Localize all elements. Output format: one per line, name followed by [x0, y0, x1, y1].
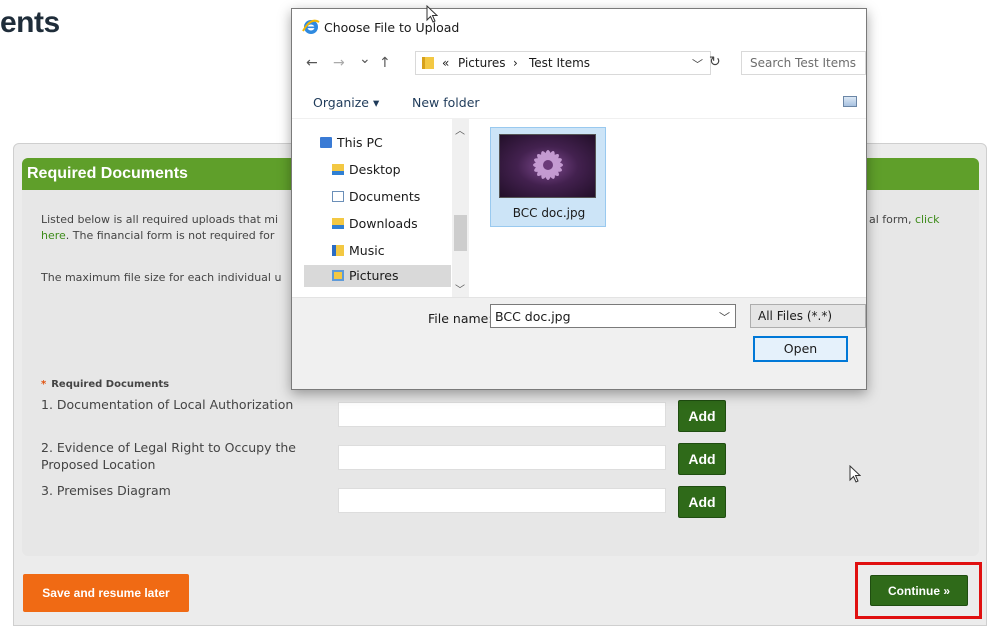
dialog-bottom-area: File name: BCC doc.jpg ﹀ All Files (*.*)… [292, 297, 866, 389]
scroll-down-icon[interactable]: ﹀ [455, 281, 465, 296]
click-here-link-part2[interactable]: here [41, 229, 66, 242]
file-thumbnail [499, 134, 596, 198]
scroll-thumb[interactable] [454, 215, 467, 251]
intro-text-line1-end: al form, click [869, 212, 940, 228]
documents-folder-icon [332, 191, 344, 202]
pc-icon [320, 137, 332, 148]
intro-text-end: al form, [869, 213, 912, 226]
document-label-1: 1. Documentation of Local Authorization [41, 397, 294, 412]
file-name-input[interactable]: BCC doc.jpg ﹀ [490, 304, 736, 328]
choose-file-dialog: Choose File to Upload ← → ⌄ ↑ « Pictures… [291, 4, 867, 390]
file-type-filter-select[interactable]: All Files (*.*) [750, 304, 866, 328]
address-overflow[interactable]: « [442, 56, 449, 70]
dialog-title: Choose File to Upload [324, 20, 460, 35]
document-label-3: 3. Premises Diagram [41, 483, 171, 498]
address-segment-test-items[interactable]: Test Items [529, 56, 590, 70]
intro-text-start: Listed below is all required uploads tha… [41, 213, 279, 226]
mouse-cursor-icon-top [426, 4, 439, 27]
music-folder-icon [332, 245, 344, 256]
search-placeholder: Search Test Items [750, 56, 857, 70]
max-file-size-text: The maximum file size for each individua… [41, 271, 282, 284]
navigation-row: ← → ⌄ ↑ « Pictures › Test Items ﹀ ↻ Sear… [292, 49, 866, 79]
file-name-value: BCC doc.jpg [495, 309, 571, 324]
address-bar[interactable]: « Pictures › Test Items ﹀ [415, 51, 711, 75]
file-name-field-label: File name: [428, 311, 493, 326]
document-upload-field-2[interactable] [338, 445, 666, 470]
navigation-pane: This PC Desktop Documents Downloads Musi… [292, 119, 470, 297]
required-documents-title: * Required Documents [41, 379, 169, 390]
search-input[interactable]: Search Test Items [741, 51, 866, 75]
recent-locations-chevron-icon[interactable]: ⌄ [359, 51, 371, 67]
refresh-icon[interactable]: ↻ [709, 54, 721, 70]
tree-item-pictures[interactable]: Pictures [304, 265, 451, 287]
tree-item-downloads[interactable]: Downloads [332, 213, 452, 235]
open-button[interactable]: Open [753, 336, 848, 362]
required-star: * [41, 379, 47, 390]
flower-image-icon [533, 150, 563, 180]
add-document-3-button[interactable]: Add [678, 486, 726, 518]
navigation-scrollbar[interactable]: ︿ ﹀ [452, 119, 469, 297]
document-upload-field-3[interactable] [338, 488, 666, 513]
click-here-link-part1[interactable]: click [915, 213, 940, 226]
dialog-titlebar[interactable]: Choose File to Upload [292, 9, 866, 41]
mouse-cursor-icon [849, 464, 862, 487]
change-view-icon[interactable] [843, 96, 857, 107]
file-item[interactable]: BCC doc.jpg [490, 127, 606, 227]
organize-menu[interactable]: Organize ▾ [313, 95, 379, 110]
document-upload-field-1[interactable] [338, 402, 666, 427]
address-separator-icon: › [513, 56, 518, 70]
add-document-1-button[interactable]: Add [678, 400, 726, 432]
intro-text-line2: here. The financial form is not required… [41, 228, 274, 244]
tree-item-documents[interactable]: Documents [332, 186, 452, 208]
desktop-folder-icon [332, 164, 344, 175]
tree-item-this-pc[interactable]: This PC [320, 132, 440, 154]
address-dropdown-chevron-icon[interactable]: ﹀ [692, 56, 703, 72]
save-and-resume-button[interactable]: Save and resume later [23, 574, 189, 612]
file-name-dropdown-chevron-icon[interactable]: ﹀ [719, 309, 730, 325]
tree-item-music[interactable]: Music [332, 240, 452, 262]
continue-button[interactable]: Continue » [870, 575, 968, 606]
scroll-up-icon[interactable]: ︿ [455, 122, 465, 137]
pictures-folder-icon [332, 270, 344, 281]
tree-item-desktop[interactable]: Desktop [332, 159, 452, 181]
required-documents-label: Required Documents [51, 379, 170, 390]
intro-text-line2-rest: . The financial form is not required for [65, 229, 275, 242]
page-title: ents [0, 6, 60, 39]
forward-arrow-icon[interactable]: → [333, 55, 345, 71]
document-label-2: 2. Evidence of Legal Right to Occupy the… [41, 440, 296, 472]
up-arrow-icon[interactable]: ↑ [379, 55, 391, 71]
address-segment-pictures[interactable]: Pictures [458, 56, 506, 70]
downloads-folder-icon [332, 218, 344, 229]
files-pane: BCC doc.jpg [470, 119, 866, 297]
file-type-filter-value: All Files (*.*) [758, 309, 833, 323]
folder-icon [422, 57, 434, 69]
add-document-2-button[interactable]: Add [678, 443, 726, 475]
file-name-label: BCC doc.jpg [512, 206, 586, 220]
back-arrow-icon[interactable]: ← [306, 55, 318, 71]
intro-text-line1: Listed below is all required uploads tha… [41, 212, 278, 228]
panel-header-title: Required Documents [27, 165, 188, 182]
command-bar: Organize ▾ New folder [292, 87, 866, 119]
new-folder-button[interactable]: New folder [412, 95, 480, 110]
internet-explorer-icon [302, 19, 320, 35]
